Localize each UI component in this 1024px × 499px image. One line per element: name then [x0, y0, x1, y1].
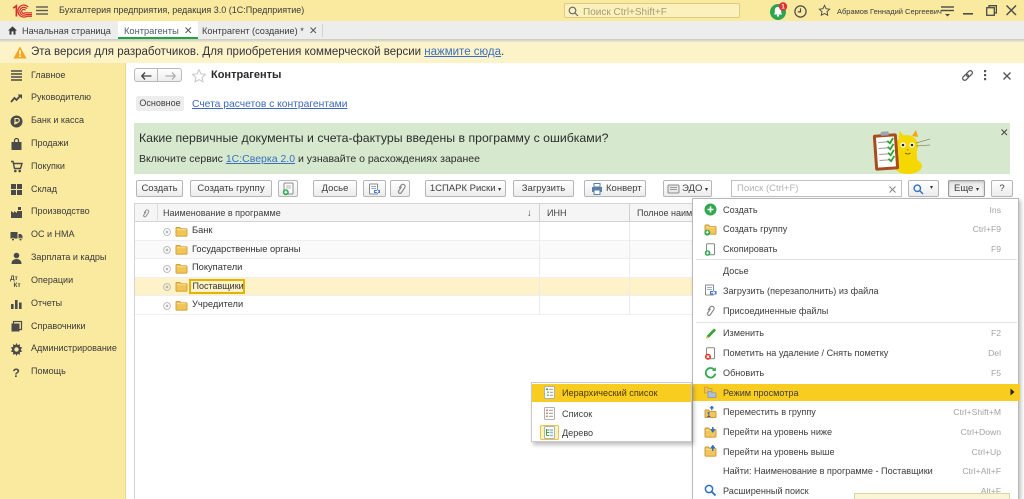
svg-text:Кт: Кт	[14, 282, 21, 288]
svg-text:1: 1	[707, 411, 711, 418]
svg-text:?: ?	[13, 366, 20, 380]
svg-text:Дт: Дт	[10, 275, 18, 282]
